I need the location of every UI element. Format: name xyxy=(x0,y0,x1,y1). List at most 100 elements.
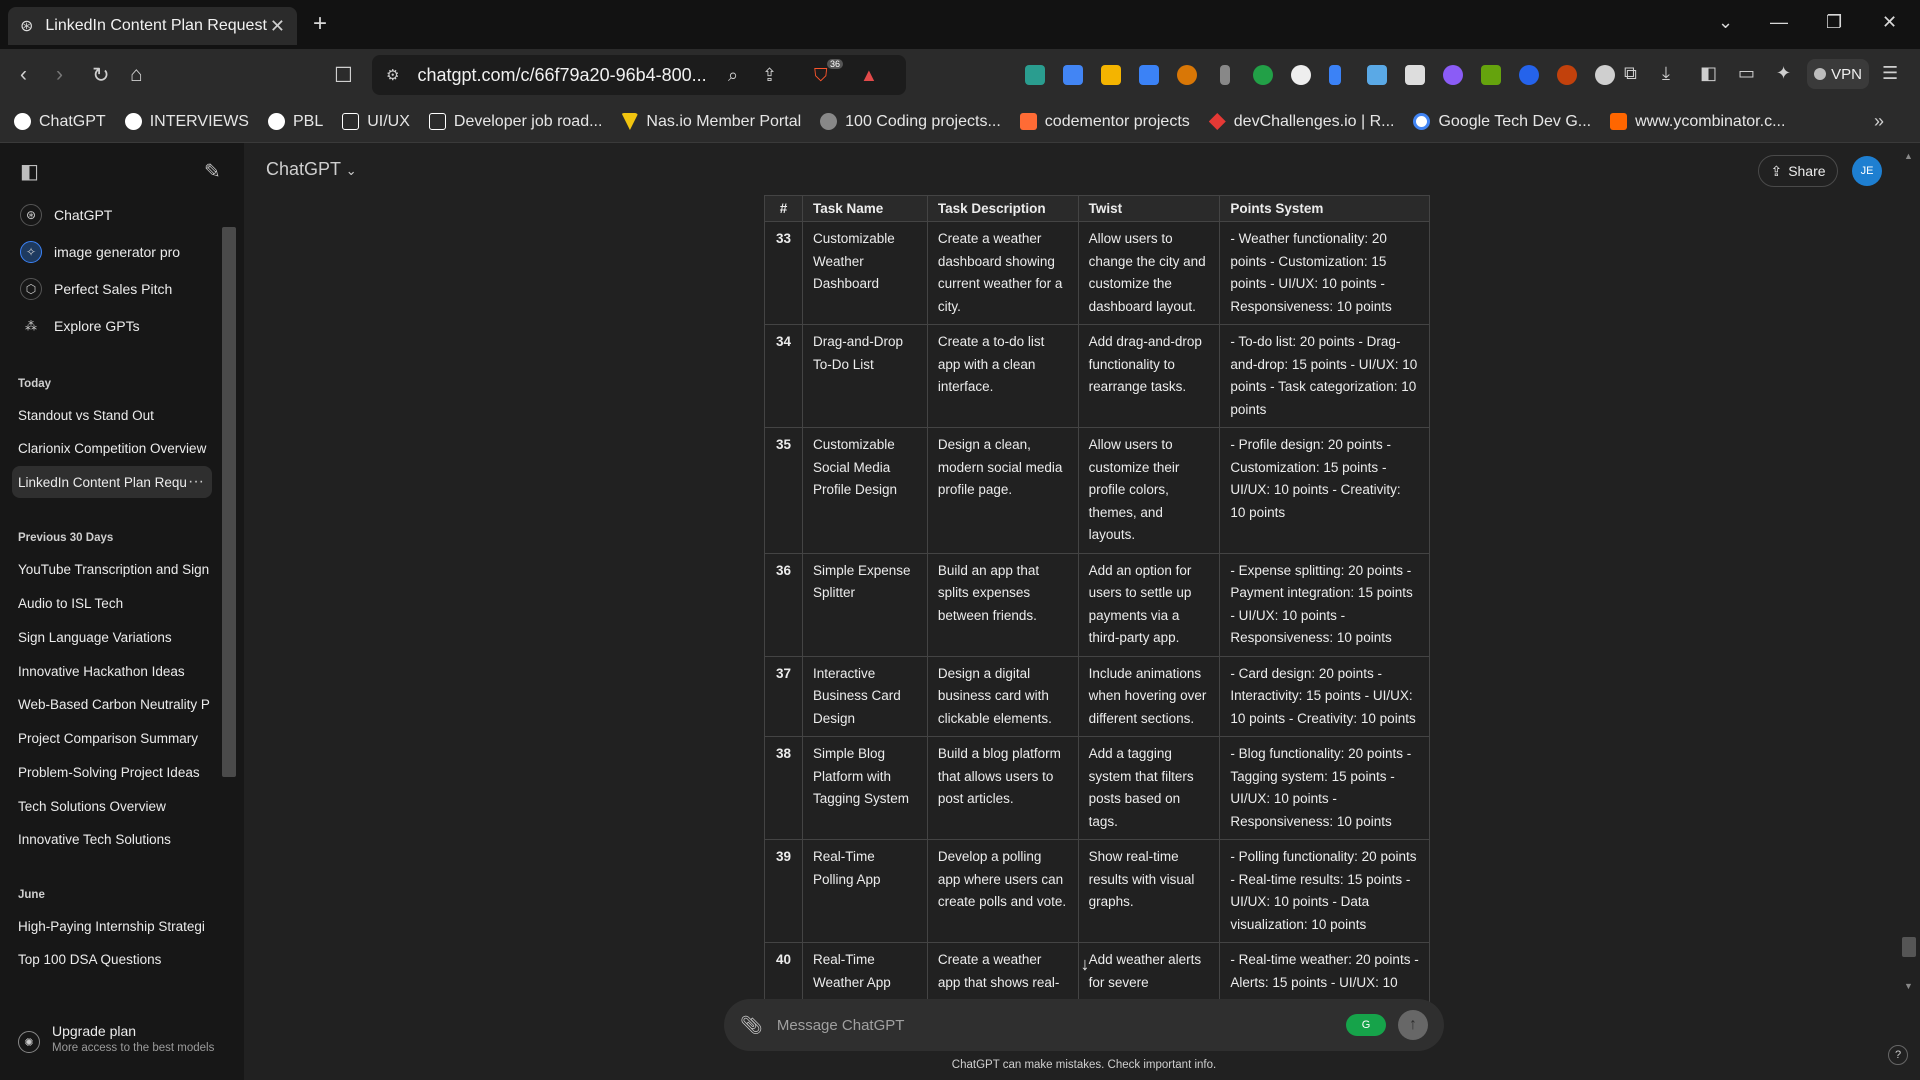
chat-history-item[interactable]: Tech Solutions Overview xyxy=(12,790,212,822)
help-button[interactable]: ? xyxy=(1888,1045,1908,1065)
reload-button[interactable]: ↻ xyxy=(92,63,110,88)
bookmark-item[interactable]: Nas.io Member Portal xyxy=(621,113,801,131)
close-sidebar-icon[interactable]: ◧ xyxy=(20,159,39,184)
message-input[interactable] xyxy=(776,1016,1346,1034)
extension-flame-icon[interactable] xyxy=(1443,65,1463,85)
devchallenges-logo-icon xyxy=(1208,113,1226,130)
leo-ai-icon[interactable]: ✦ xyxy=(1776,63,1791,84)
extension-tree-icon[interactable] xyxy=(1253,65,1273,85)
forward-button[interactable]: › xyxy=(56,63,63,87)
grammarly-icon[interactable]: G xyxy=(1346,1014,1386,1036)
site-settings-icon[interactable]: ⚙ xyxy=(386,66,399,84)
browser-tabstrip: ⊛ LinkedIn Content Plan Request ✕ + ⌄ — … xyxy=(0,0,1920,49)
globe-icon xyxy=(820,113,838,130)
chat-history-item[interactable]: Project Comparison Summary xyxy=(12,722,212,754)
close-tab-icon[interactable]: ✕ xyxy=(270,16,285,37)
scrollbar-thumb[interactable] xyxy=(222,227,236,777)
extension-list-icon[interactable] xyxy=(1405,65,1425,85)
scrollbar-thumb[interactable] xyxy=(1902,937,1916,957)
extensions-puzzle-icon[interactable]: ⧉ xyxy=(1624,63,1637,84)
gpt-item-perfect-sales-pitch[interactable]: ⬡ Perfect Sales Pitch xyxy=(12,272,224,306)
extension-flag-icon[interactable] xyxy=(1481,65,1501,85)
table-cell: Interactive Business Card Design xyxy=(801,655,928,737)
bookmark-item[interactable]: 100 Coding projects... xyxy=(820,113,1001,131)
bookmark-item[interactable]: INTERVIEWS xyxy=(124,113,249,131)
explore-gpts[interactable]: ⁂ Explore GPTs xyxy=(12,309,224,343)
browser-menu-icon[interactable]: ☰ xyxy=(1882,63,1898,84)
extension-cookie-icon[interactable] xyxy=(1177,65,1197,85)
chat-history-item[interactable]: Web-Based Carbon Neutrality P xyxy=(12,688,212,720)
extension-circle-icon[interactable] xyxy=(1291,65,1311,85)
upgrade-plan-button[interactable]: ✺ Upgrade plan More access to the best m… xyxy=(18,1023,238,1054)
scroll-to-bottom-button[interactable]: ↓ xyxy=(1070,949,1100,979)
chat-history-item-active[interactable]: LinkedIn Content Plan Requ ··· xyxy=(12,466,212,498)
chat-history-item[interactable]: Innovative Hackathon Ideas xyxy=(12,655,212,687)
extension-translate-icon[interactable] xyxy=(1063,65,1083,85)
avatar[interactable]: JE xyxy=(1852,156,1882,186)
extension-fox-icon[interactable] xyxy=(1557,65,1577,85)
bookmark-item[interactable]: PBL xyxy=(267,113,323,131)
bookmark-item[interactable]: Google Tech Dev G... xyxy=(1413,113,1591,131)
extension-orb-icon[interactable] xyxy=(1519,65,1539,85)
send-button[interactable]: ↑ xyxy=(1398,1010,1428,1040)
model-selector[interactable]: ChatGPT ⌄ xyxy=(266,159,357,180)
new-tab-button[interactable]: + xyxy=(313,10,327,38)
extension-sound-icon[interactable] xyxy=(1329,65,1341,85)
chat-history-item[interactable]: Clarionix Competition Overview xyxy=(12,432,212,464)
chat-history-item[interactable]: Problem-Solving Project Ideas xyxy=(12,756,212,788)
more-bookmarks-icon[interactable]: » xyxy=(1874,111,1884,132)
extension-mail-icon[interactable] xyxy=(1025,65,1045,85)
table-header-cell: Task Name xyxy=(801,195,928,222)
extension-cloud-icon[interactable] xyxy=(1595,65,1615,85)
bookmark-item[interactable]: Developer job road... xyxy=(428,113,602,131)
browser-tab[interactable]: ⊛ LinkedIn Content Plan Request ✕ xyxy=(8,7,297,45)
share-page-icon[interactable]: ⇪ xyxy=(762,65,777,86)
back-button[interactable]: ‹ xyxy=(20,63,27,87)
new-chat-icon[interactable]: ✎ xyxy=(204,159,221,184)
bookmark-item[interactable]: devChallenges.io | R... xyxy=(1208,113,1394,131)
tab-title: LinkedIn Content Plan Request xyxy=(45,17,267,34)
chat-history-item[interactable]: Sign Language Variations xyxy=(12,621,212,653)
main-scrollbar[interactable]: ▲ ▼ xyxy=(1898,143,1920,1080)
bookmark-item[interactable]: UI/UX xyxy=(342,113,410,131)
wallet-icon[interactable]: ▭ xyxy=(1738,63,1755,84)
brave-rewards-icon[interactable]: ▲ xyxy=(860,65,878,86)
chat-history-item[interactable]: Top 100 DSA Questions xyxy=(12,943,212,975)
chat-history-item[interactable]: Standout vs Stand Out xyxy=(12,399,212,431)
section-heading: Previous 30 Days xyxy=(18,532,114,544)
vpn-button[interactable]: VPN xyxy=(1807,59,1869,89)
scroll-up-arrow-icon[interactable]: ▲ xyxy=(1904,151,1913,161)
gpt-item-image-generator[interactable]: ✧ image generator pro xyxy=(12,235,224,269)
extension-puzzle-blue-icon[interactable] xyxy=(1367,65,1387,85)
chat-history-item[interactable]: High-Paying Internship Strategi xyxy=(12,910,212,942)
sidebar-scrollbar[interactable] xyxy=(220,213,238,913)
close-window-button[interactable]: ✕ xyxy=(1882,12,1897,33)
restore-button[interactable]: ❐ xyxy=(1826,12,1842,33)
zoom-icon[interactable]: ⌕ xyxy=(728,65,738,86)
tab-list-chevron-icon[interactable]: ⌄ xyxy=(1718,12,1733,33)
table-cell: - To-do list: 20 points - Drag-and-drop:… xyxy=(1219,324,1430,428)
downloads-icon[interactable]: ⤓ xyxy=(1662,63,1670,84)
home-button[interactable]: ⌂ xyxy=(130,63,143,87)
gpt-item-chatgpt[interactable]: ⊛ ChatGPT xyxy=(12,198,224,232)
extension-bulb-icon[interactable] xyxy=(1220,65,1230,85)
minimize-button[interactable]: — xyxy=(1770,12,1788,33)
attach-file-icon[interactable]: 📎︎ xyxy=(740,1015,763,1036)
bookmark-item[interactable]: www.ycombinator.c... xyxy=(1610,113,1785,131)
extension-dots-icon[interactable] xyxy=(1101,65,1121,85)
sidebar-toggle-icon[interactable]: ◧ xyxy=(1700,63,1717,84)
url-bar[interactable]: ⚙ chatgpt.com/c/66f79a20-96b4-800... ⌕ ⇪… xyxy=(372,55,906,95)
share-button[interactable]: ⇪ Share xyxy=(1758,155,1838,187)
bookmark-item[interactable]: codementor projects xyxy=(1019,113,1190,131)
bookmark-item[interactable]: ChatGPT xyxy=(14,113,106,131)
chat-history-item[interactable]: YouTube Transcription and Sign xyxy=(12,553,212,585)
table-cell: Real-Time Weather App with Alerts xyxy=(801,942,928,1002)
extension-docs-icon[interactable] xyxy=(1139,65,1159,85)
chat-history-item[interactable]: Audio to ISL Tech xyxy=(12,587,212,619)
url-text[interactable]: chatgpt.com/c/66f79a20-96b4-800... xyxy=(417,65,706,86)
scroll-down-arrow-icon[interactable]: ▼ xyxy=(1904,981,1913,991)
brave-shield-icon[interactable]: ⛉ xyxy=(814,65,828,86)
more-options-icon[interactable]: ··· xyxy=(188,473,204,491)
bookmark-icon[interactable]: ☐ xyxy=(334,63,353,88)
chat-history-item[interactable]: Innovative Tech Solutions xyxy=(12,823,212,855)
